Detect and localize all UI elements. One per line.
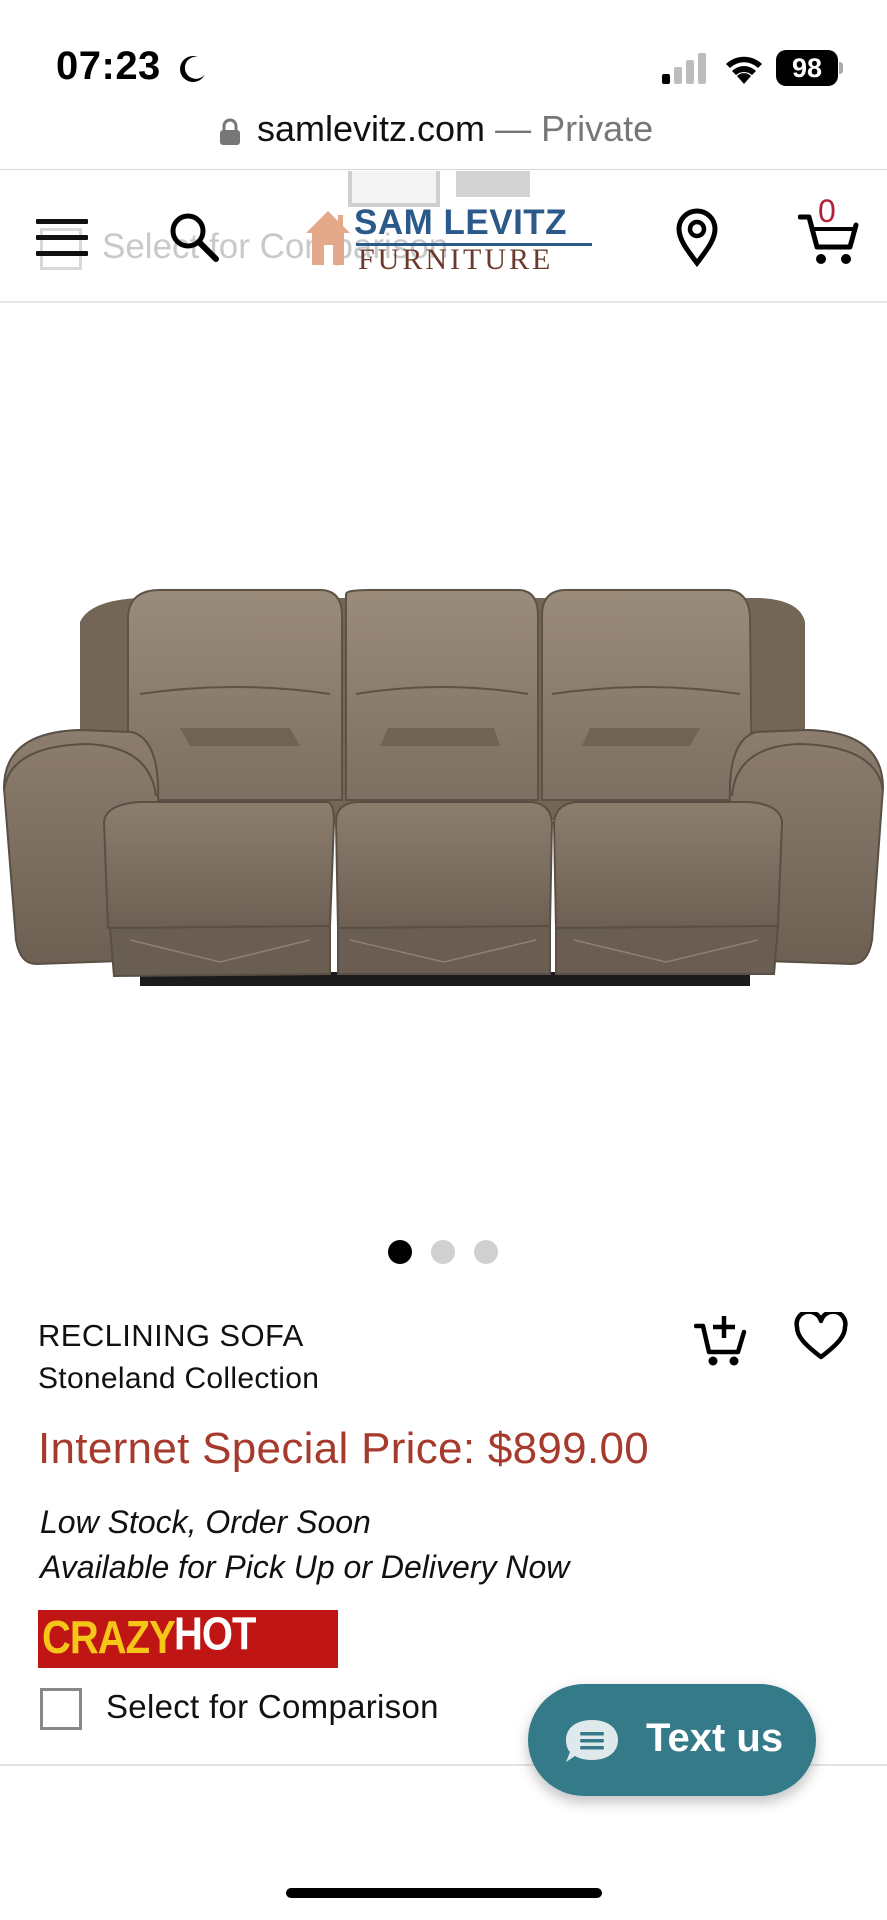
product-name[interactable]: RECLINING SOFA (38, 1318, 304, 1354)
moon-icon (180, 56, 205, 82)
compare-checkbox[interactable] (40, 1688, 82, 1730)
product-image[interactable] (0, 560, 887, 1000)
carousel-dot-1[interactable] (388, 1240, 412, 1264)
availability-status: Available for Pick Up or Delivery Now (40, 1549, 570, 1585)
search-icon[interactable] (166, 209, 222, 265)
product-price: Internet Special Price: $899.00 (38, 1424, 650, 1473)
status-bar: 07:23 98 (0, 0, 887, 100)
chat-bubble-icon (566, 1720, 618, 1762)
battery-icon: 98 (776, 50, 843, 86)
ghost-thumbnail (348, 171, 440, 207)
badge-word-crazy: CRAZY (42, 1612, 176, 1664)
site-header: Select for Comparison SAM LEVITZ FURNITU… (0, 171, 887, 303)
battery-tip (839, 62, 843, 74)
menu-line (36, 235, 88, 240)
text-us-label: Text us (646, 1716, 784, 1760)
wifi-icon (726, 56, 762, 84)
status-time: 07:23 (56, 44, 161, 88)
badge-word-hot-buy: HOT BUY (174, 1610, 256, 1668)
ghost-thumbnail (456, 171, 530, 197)
carousel-dot-2[interactable] (431, 1240, 455, 1264)
store-logo[interactable]: SAM LEVITZ FURNITURE (304, 203, 594, 276)
private-label: — Private (495, 108, 654, 149)
menu-line (36, 219, 88, 224)
image-carousel-dots (388, 1240, 517, 1264)
location-pin-icon[interactable] (674, 207, 720, 267)
lock-icon (220, 118, 240, 145)
url-domain: samlevitz.com (257, 108, 486, 149)
logo-house-icon (306, 211, 350, 265)
crazy-hot-buy-badge: CRAZY HOT BUY (38, 1610, 338, 1668)
battery-level: 98 (776, 50, 838, 86)
menu-line (36, 251, 88, 256)
stock-status: Low Stock, Order Soon (40, 1504, 371, 1540)
logo-wordmark-top: SAM LEVITZ (354, 203, 568, 242)
cart-count-badge: 0 (818, 193, 836, 229)
wishlist-heart-icon[interactable] (794, 1312, 848, 1362)
carousel-dot-3[interactable] (474, 1240, 498, 1264)
logo-wordmark-bottom: FURNITURE (358, 243, 554, 276)
url-text[interactable]: samlevitz.com — Private (257, 108, 653, 150)
text-us-button[interactable]: Text us (528, 1684, 816, 1796)
menu-icon[interactable] (36, 219, 88, 259)
add-to-cart-icon[interactable] (694, 1314, 748, 1368)
signal-icon (662, 53, 706, 84)
product-collection: Stoneland Collection (38, 1362, 320, 1395)
home-indicator[interactable] (286, 1888, 602, 1898)
compare-label[interactable]: Select for Comparison (106, 1688, 439, 1726)
